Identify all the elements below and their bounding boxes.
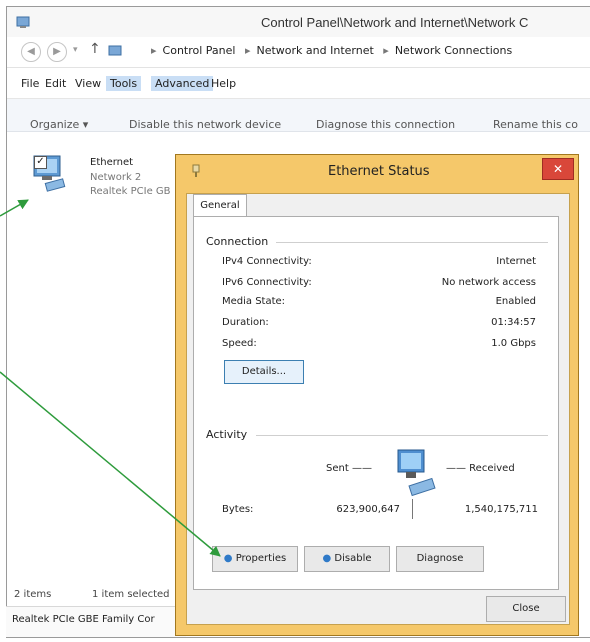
tab-general[interactable]: General xyxy=(193,194,247,217)
adapter-details: Realtek PCIe GBE Family Cor xyxy=(12,614,155,625)
control-panel-icon xyxy=(108,45,122,56)
connection-adapter: Realtek PCIe GB xyxy=(90,186,171,197)
forward-icon[interactable]: ▶ xyxy=(47,42,67,62)
ipv4-label: IPv4 Connectivity: xyxy=(222,256,312,267)
menu-advanced[interactable]: Advanced xyxy=(151,76,214,91)
selection-count: 1 item selected xyxy=(92,589,170,600)
checkbox-icon[interactable]: ✓ xyxy=(34,156,47,169)
breadcrumb[interactable]: ▸ Control Panel ▸ Network and Internet ▸ Ne… xyxy=(145,44,512,57)
duration-value: 01:34:57 xyxy=(491,317,536,328)
bytes-label: Bytes: xyxy=(222,504,254,515)
activity-heading: Activity xyxy=(206,428,248,441)
rename-connection-button[interactable]: Rename this co xyxy=(493,118,578,131)
menu-edit[interactable]: Edit xyxy=(41,76,70,91)
disable-button[interactable]: ● Disable xyxy=(304,546,390,572)
ethernet-icon xyxy=(192,164,200,177)
properties-button[interactable]: ● Properties xyxy=(212,546,298,572)
diagnose-connection-button[interactable]: Diagnose this connection xyxy=(316,118,455,131)
speed-label: Speed: xyxy=(222,338,257,349)
control-panel-icon xyxy=(16,16,30,28)
dialog-title: Ethernet Status xyxy=(328,164,430,179)
disable-label: Disable xyxy=(334,553,372,564)
close-icon[interactable]: ✕ xyxy=(542,158,574,180)
media-state-label: Media State: xyxy=(222,296,286,307)
duration-label: Duration: xyxy=(222,317,269,328)
recent-locations-icon[interactable]: ▾ xyxy=(73,45,78,55)
organize-button[interactable]: Organize ▾ xyxy=(30,118,88,131)
sent-label: Sent —— xyxy=(326,463,372,474)
divider xyxy=(256,435,548,436)
network-activity-icon xyxy=(397,449,436,497)
title-bar: Control Panel\Network and Internet\Netwo… xyxy=(7,7,590,37)
window-title: Control Panel\Network and Internet\Netwo… xyxy=(261,15,529,30)
ipv6-value: No network access xyxy=(441,277,536,288)
media-state-value: Enabled xyxy=(495,296,536,307)
speed-value: 1.0 Gbps xyxy=(491,338,536,349)
up-icon[interactable]: ↑ xyxy=(89,41,101,57)
breadcrumb-item[interactable]: Network and Internet xyxy=(257,44,374,57)
ipv4-value: Internet xyxy=(496,256,536,267)
item-count: 2 items xyxy=(14,589,52,600)
breadcrumb-item[interactable]: Control Panel xyxy=(163,44,236,57)
connection-heading: Connection xyxy=(206,235,269,248)
back-icon[interactable]: ◀ xyxy=(21,42,41,62)
menu-help[interactable]: Help xyxy=(207,76,240,91)
close-button[interactable]: Close xyxy=(486,596,566,622)
menu-file[interactable]: File xyxy=(17,76,43,91)
network-adapter-icon xyxy=(33,155,66,192)
menu-tools[interactable]: Tools xyxy=(106,76,142,91)
shield-icon: ● xyxy=(322,553,332,564)
tab-panel xyxy=(193,216,559,590)
connection-name: Ethernet xyxy=(90,157,134,168)
breadcrumb-item[interactable]: Network Connections xyxy=(395,44,512,57)
divider xyxy=(276,242,548,243)
dialog-title-bar: Ethernet Status ✕ xyxy=(176,155,578,187)
connection-network: Network 2 xyxy=(90,172,142,183)
details-button[interactable]: Details... xyxy=(224,360,304,384)
diagnose-button[interactable]: Diagnose xyxy=(396,546,484,572)
bytes-sent-value: 623,900,647 xyxy=(336,504,400,515)
menu-view[interactable]: View xyxy=(71,76,105,91)
shield-icon: ● xyxy=(223,553,233,564)
divider xyxy=(412,499,413,519)
bytes-received-value: 1,540,175,711 xyxy=(464,504,538,515)
properties-label: Properties xyxy=(235,553,287,564)
disable-device-button[interactable]: Disable this network device xyxy=(129,118,281,131)
ipv6-label: IPv6 Connectivity: xyxy=(222,277,312,288)
received-label: —— Received xyxy=(446,463,515,474)
